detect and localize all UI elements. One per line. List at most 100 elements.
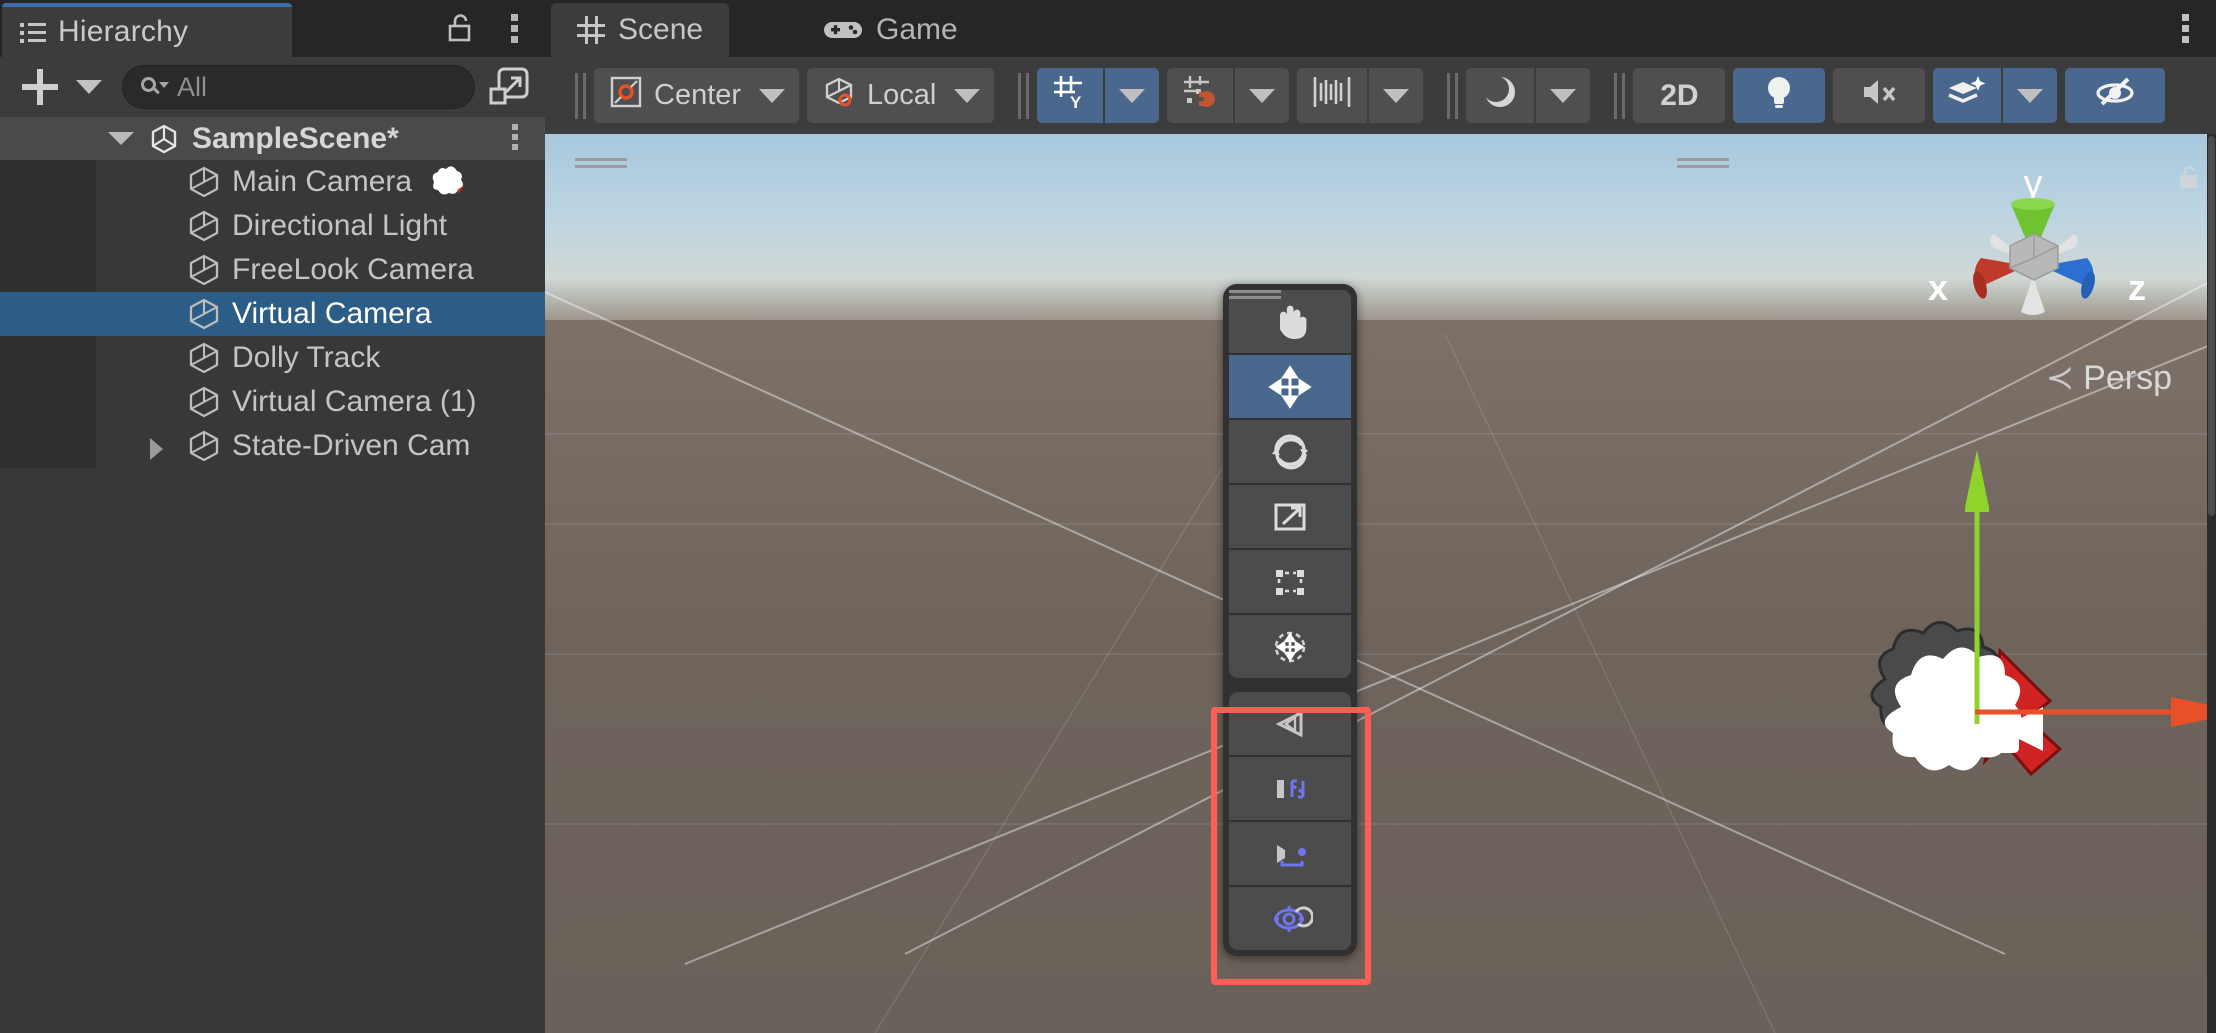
cinemachine-near-far-clip-tool-icon[interactable]	[1229, 757, 1351, 820]
lock-open-icon[interactable]	[2176, 164, 2202, 190]
gameobject-cube-icon	[186, 208, 222, 244]
expand-arrow-icon[interactable]	[150, 438, 163, 460]
effects-toggle[interactable]	[1933, 68, 2001, 123]
row-gutter	[0, 424, 96, 468]
shading-mode-toggle[interactable]	[1466, 68, 1534, 123]
kebab-menu-icon[interactable]	[2182, 14, 2190, 44]
scrollbar-thumb[interactable]	[2208, 136, 2215, 516]
transform-tool-icon[interactable]	[1229, 615, 1351, 678]
cinemachine-fov-tool-icon[interactable]	[1229, 692, 1351, 755]
tab-hierarchy[interactable]: Hierarchy	[2, 3, 292, 57]
hierarchy-item-virtual-camera[interactable]: Virtual Camera	[0, 292, 545, 336]
scale-ruler-dropdown[interactable]	[1369, 68, 1423, 123]
drag-grip-icon[interactable]	[575, 158, 627, 168]
handle-rotation-dropdown[interactable]: Local	[807, 68, 994, 123]
hierarchy-toolbar: All	[0, 57, 545, 117]
scene-root-row[interactable]: SampleScene*	[0, 117, 545, 160]
lightbulb-icon	[1762, 73, 1796, 118]
toolbar-divider	[575, 73, 578, 119]
chevron-down-icon	[1383, 89, 1409, 103]
scale-ruler-toggle[interactable]	[1297, 68, 1367, 123]
grid-magnet-snap-icon	[1181, 73, 1219, 118]
move-handle-x-axis[interactable]	[1975, 694, 2216, 730]
cinemachine-follow-offset-tool-icon[interactable]	[1229, 822, 1351, 885]
grid-visibility-toggle[interactable]: Y	[1037, 68, 1103, 123]
hand-pan-tool-icon[interactable]	[1229, 290, 1351, 353]
move-handle-y-axis[interactable]	[1965, 434, 1989, 724]
grid-axis-y-icon: Y	[1051, 73, 1089, 118]
hierarchy-item-label: Main Camera	[232, 165, 412, 199]
tab-scene-label: Scene	[618, 13, 703, 47]
toolbar-divider	[1614, 73, 1617, 119]
grid-icon	[577, 16, 605, 44]
hierarchy-item-list: Main Camera Directional Light FreeLook Cam…	[0, 160, 545, 468]
two-d-toggle[interactable]: 2D	[1633, 68, 1725, 123]
row-gutter	[0, 204, 96, 248]
search-input[interactable]: All	[122, 65, 475, 109]
vertical-scrollbar[interactable]	[2207, 134, 2216, 1033]
chevron-down-icon[interactable]	[76, 80, 102, 94]
drag-grip-icon[interactable]	[1677, 158, 1729, 168]
scene-expand-arrow-icon[interactable]	[108, 132, 134, 145]
scene-tabbar: Scene Game	[545, 0, 2216, 57]
tab-hierarchy-label: Hierarchy	[58, 15, 188, 49]
add-gameobject-button[interactable]	[18, 65, 62, 109]
scale-tool-icon[interactable]	[1229, 485, 1351, 548]
audio-toggle[interactable]	[1833, 68, 1925, 123]
camera-badge-icon	[432, 166, 466, 196]
hierarchy-item-main-camera[interactable]: Main Camera	[0, 160, 545, 204]
hierarchy-item-virtual-camera-1[interactable]: Virtual Camera (1)	[0, 380, 545, 424]
grid-snapping-toggle[interactable]	[1167, 68, 1233, 123]
hierarchy-item-state-driven-cam[interactable]: State-Driven Cam	[0, 424, 545, 468]
unity-editor-window: Hierarchy All	[0, 0, 2216, 1033]
lighting-toggle[interactable]	[1733, 68, 1825, 123]
search-placeholder: All	[177, 72, 207, 103]
gameobject-cube-icon	[186, 340, 222, 376]
projection-mode-label[interactable]: ≺ Persp	[2046, 358, 2172, 398]
open-in-new-window-icon[interactable]	[485, 63, 533, 111]
hierarchy-item-directional-light[interactable]: Directional Light	[0, 204, 545, 248]
shading-mode-group	[1466, 68, 1590, 123]
handle-local-icon	[821, 74, 857, 117]
hierarchy-panel: Hierarchy All	[0, 0, 545, 1033]
rect-tool-icon[interactable]	[1229, 550, 1351, 613]
tab-scene[interactable]: Scene	[551, 3, 729, 57]
hierarchy-item-label: State-Driven Cam	[232, 429, 470, 463]
row-gutter	[0, 292, 96, 336]
move-tool-icon[interactable]	[1229, 355, 1351, 418]
toolbar-divider	[1018, 73, 1021, 119]
pivot-mode-label: Center	[654, 79, 741, 112]
pivot-mode-dropdown[interactable]: Center	[594, 68, 799, 123]
kebab-menu-icon[interactable]	[512, 124, 519, 152]
two-d-label: 2D	[1660, 79, 1698, 113]
row-gutter	[0, 160, 96, 204]
persp-text: Persp	[2083, 359, 2172, 398]
rotate-tool-icon[interactable]	[1229, 420, 1351, 483]
scene-viewport[interactable]: y x z ≺ Persp	[545, 134, 2216, 1033]
grid-snapping-dropdown[interactable]	[1235, 68, 1289, 123]
shading-mode-dropdown[interactable]	[1536, 68, 1590, 123]
fx-layers-icon	[1947, 74, 1987, 117]
row-gutter	[0, 380, 96, 424]
effects-dropdown[interactable]	[2003, 68, 2057, 123]
effects-group	[1933, 68, 2057, 123]
gizmos-toggle[interactable]	[2065, 68, 2165, 123]
gameobject-cube-icon	[186, 428, 222, 464]
cinemachine-orbital-tool-icon[interactable]	[1229, 887, 1351, 950]
row-gutter	[0, 248, 96, 292]
ruler-scale-icon	[1311, 73, 1353, 118]
hierarchy-item-dolly-track[interactable]: Dolly Track	[0, 336, 545, 380]
kebab-menu-icon[interactable]	[511, 14, 519, 44]
hierarchy-item-label: FreeLook Camera	[232, 253, 474, 287]
toolbar-divider	[1447, 73, 1450, 119]
grid-visibility-dropdown[interactable]	[1105, 68, 1159, 123]
hierarchy-tabbar: Hierarchy	[0, 0, 545, 57]
hierarchy-list-icon	[20, 20, 46, 44]
lock-open-icon[interactable]	[447, 14, 473, 42]
scene-panel: Scene Game	[545, 0, 2216, 1033]
tab-game[interactable]: Game	[797, 3, 984, 57]
gameobject-cube-icon	[186, 164, 222, 200]
handle-rotation-label: Local	[867, 79, 936, 112]
hierarchy-item-freelook-camera[interactable]: FreeLook Camera	[0, 248, 545, 292]
hierarchy-item-label: Virtual Camera	[232, 297, 432, 331]
